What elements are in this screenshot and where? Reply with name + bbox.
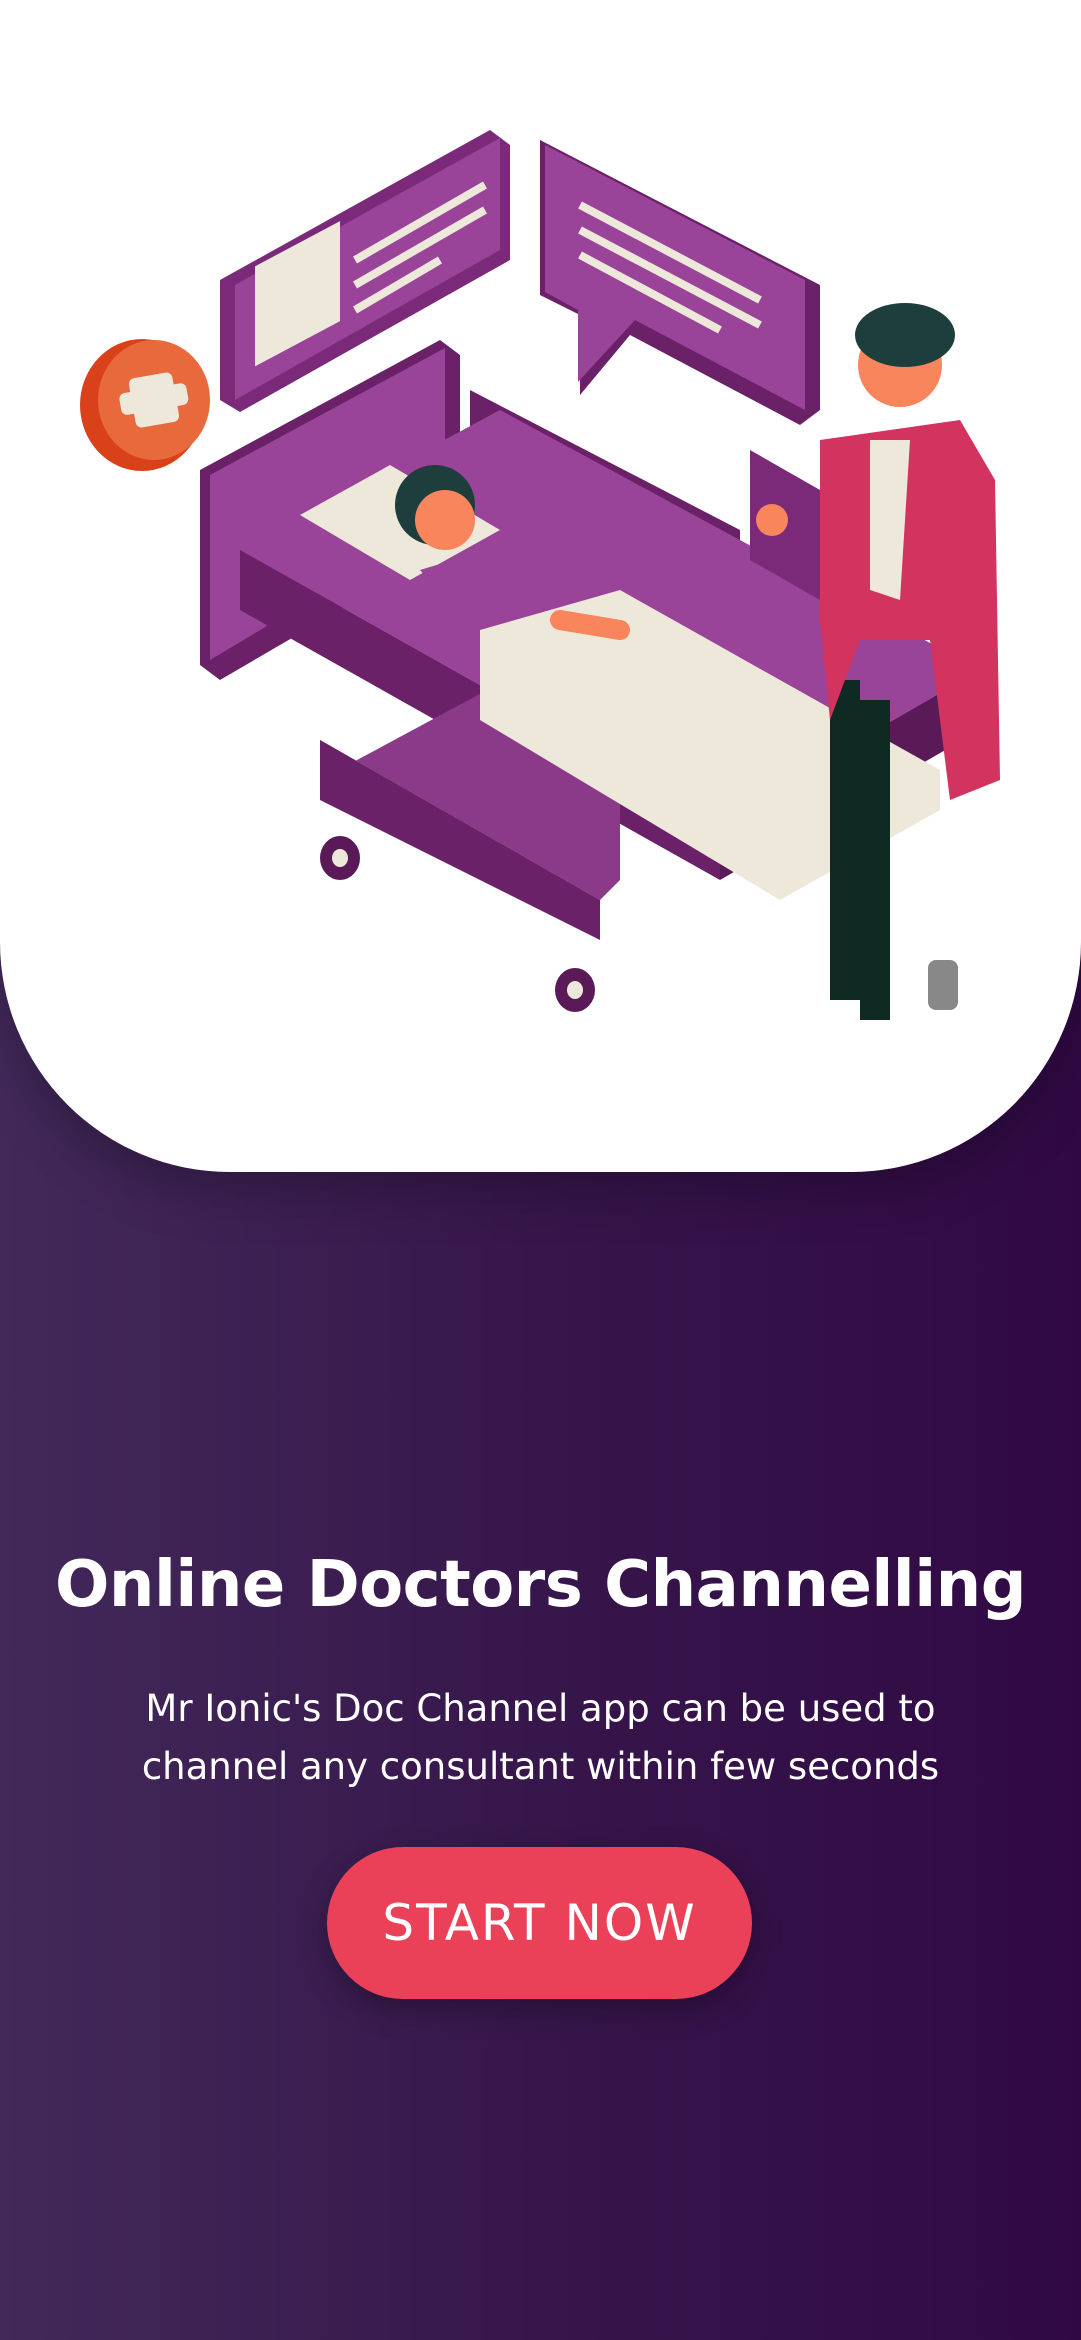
page-title: Online Doctors Channelling	[54, 1548, 1027, 1622]
page-subtitle: Mr Ionic's Doc Channel app can be used t…	[141, 1687, 940, 1788]
illustration-card	[0, 0, 1081, 1172]
medical-cross-icon	[80, 339, 210, 471]
chat-bubble-icon	[540, 140, 820, 425]
start-now-button[interactable]: START NOW	[327, 1847, 752, 1999]
profile-card-icon	[220, 130, 510, 412]
hospital-illustration	[80, 130, 1000, 1020]
